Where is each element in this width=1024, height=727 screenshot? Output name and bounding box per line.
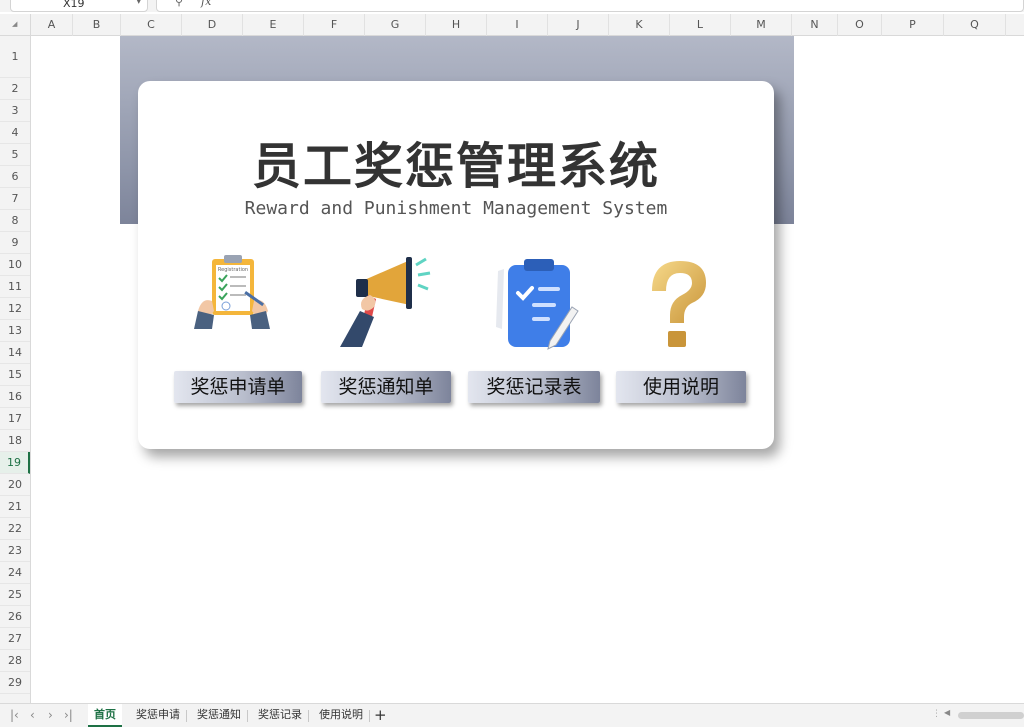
clipboard-checklist-icon[interactable]: Registration	[182, 251, 282, 355]
horizontal-scrollbar[interactable]	[958, 712, 1024, 719]
clipboard-pencil-icon[interactable]	[480, 251, 580, 355]
row-header-11[interactable]: 11	[0, 276, 30, 298]
reward-record-button[interactable]: 奖惩记录表	[468, 371, 600, 403]
add-sheet-icon[interactable]: +	[374, 706, 387, 724]
megaphone-icon[interactable]	[332, 251, 432, 355]
tab-divider	[247, 710, 248, 722]
column-header-h[interactable]: H	[426, 14, 487, 36]
last-sheet-icon[interactable]: ›|	[64, 708, 73, 722]
scroll-left-icon[interactable]: ◀	[944, 708, 950, 717]
tab-divider	[369, 710, 370, 722]
tab-divider	[186, 710, 187, 722]
select-all-corner[interactable]: ◢	[0, 14, 31, 36]
name-box-value: X19	[63, 0, 85, 10]
row-header-19[interactable]: 19	[0, 452, 30, 474]
reward-notice-button[interactable]: 奖惩通知单	[321, 371, 451, 403]
column-header-i[interactable]: I	[487, 14, 548, 36]
row-header-14[interactable]: 14	[0, 342, 30, 364]
formula-input[interactable]: ⚲ fx	[156, 0, 1024, 12]
column-header-f[interactable]: F	[304, 14, 365, 36]
row-header-7[interactable]: 7	[0, 188, 30, 210]
row-header-15[interactable]: 15	[0, 364, 30, 386]
column-header-l[interactable]: L	[670, 14, 731, 36]
tab-divider	[308, 710, 309, 722]
tab-reward-record[interactable]: 奖惩记录	[252, 704, 308, 727]
row-header-2[interactable]: 2	[0, 78, 30, 100]
row-header-5[interactable]: 5	[0, 144, 30, 166]
row-header-4[interactable]: 4	[0, 122, 30, 144]
row-header-27[interactable]: 27	[0, 628, 30, 650]
search-icon[interactable]: ⚲	[175, 0, 183, 8]
row-header-6[interactable]: 6	[0, 166, 30, 188]
row-header-10[interactable]: 10	[0, 254, 30, 276]
column-header-e[interactable]: E	[243, 14, 304, 36]
row-header-26[interactable]: 26	[0, 606, 30, 628]
reward-application-button[interactable]: 奖惩申请单	[174, 371, 302, 403]
tab-reward-application[interactable]: 奖惩申请	[130, 704, 186, 727]
row-header-23[interactable]: 23	[0, 540, 30, 562]
split-handle-icon[interactable]: ⋮	[932, 709, 941, 719]
page-subtitle: Reward and Punishment Management System	[244, 198, 668, 219]
column-header-p[interactable]: P	[882, 14, 944, 36]
chevron-down-icon[interactable]: ▾	[136, 0, 141, 7]
row-header-3[interactable]: 3	[0, 100, 30, 122]
row-header-17[interactable]: 17	[0, 408, 30, 430]
row-header-22[interactable]: 22	[0, 518, 30, 540]
instructions-button[interactable]: 使用说明	[616, 371, 746, 403]
formula-bar: X19 ▾ ⚲ fx	[0, 0, 1024, 12]
row-header-28[interactable]: 28	[0, 650, 30, 672]
row-header-18[interactable]: 18	[0, 430, 30, 452]
corner-triangle-icon: ◢	[12, 20, 18, 28]
question-mark-icon[interactable]	[628, 251, 728, 355]
spreadsheet-window: X19 ▾ ⚲ fx ◢ ABCDEFGHIJKLMNOPQ 123456789…	[0, 0, 1024, 727]
next-sheet-icon[interactable]: ›	[48, 708, 53, 722]
column-header-j[interactable]: J	[548, 14, 609, 36]
column-header-g[interactable]: G	[365, 14, 426, 36]
row-header-8[interactable]: 8	[0, 210, 30, 232]
row-header-9[interactable]: 9	[0, 232, 30, 254]
page-title: 员工奖惩管理系统	[251, 138, 660, 195]
row-header: 1 2 3 4 5 6 7 8 9 10 11 12 13 14 15 16 17 18 19 20 21 22 23 24 2…	[0, 36, 31, 703]
row-header-12[interactable]: 12	[0, 298, 30, 320]
column-header-k[interactable]: K	[609, 14, 670, 36]
column-header-m[interactable]: M	[731, 14, 792, 36]
name-box[interactable]: X19 ▾	[10, 0, 148, 12]
row-header-25[interactable]: 25	[0, 584, 30, 606]
column-header-b[interactable]: B	[73, 14, 121, 36]
row-header-21[interactable]: 21	[0, 496, 30, 518]
row-header-20[interactable]: 20	[0, 474, 30, 496]
sheet-grid[interactable]: 员工奖惩管理系统 Reward and Punishment Managemen…	[31, 36, 1024, 703]
column-header-d[interactable]: D	[182, 14, 243, 36]
fx-icon[interactable]: fx	[201, 0, 211, 8]
svg-text:Registration: Registration	[218, 267, 248, 273]
row-header-13[interactable]: 13	[0, 320, 30, 342]
prev-sheet-icon[interactable]: ‹	[30, 708, 35, 722]
tab-reward-notice[interactable]: 奖惩通知	[191, 704, 247, 727]
first-sheet-icon[interactable]: |‹	[10, 708, 19, 722]
dashboard-card: 员工奖惩管理系统 Reward and Punishment Managemen…	[138, 81, 774, 449]
row-header-16[interactable]: 16	[0, 386, 30, 408]
sheet-tab-bar: |‹ ‹ › ›| 首页 奖惩申请 奖惩通知 奖惩记录 使用说明 + ⋮ ◀	[0, 703, 1024, 727]
row-header-29[interactable]: 29	[0, 672, 30, 694]
column-header-n[interactable]: N	[792, 14, 838, 36]
tab-home[interactable]: 首页	[88, 704, 122, 727]
column-header-q[interactable]: Q	[944, 14, 1006, 36]
column-header-a[interactable]: A	[31, 14, 73, 36]
row-header-24[interactable]: 24	[0, 562, 30, 584]
column-header-o[interactable]: O	[838, 14, 882, 36]
column-header: ◢ ABCDEFGHIJKLMNOPQ	[0, 14, 1024, 36]
row-header-1[interactable]: 1	[0, 36, 30, 78]
column-header-c[interactable]: C	[121, 14, 182, 36]
tab-instructions[interactable]: 使用说明	[313, 704, 369, 727]
